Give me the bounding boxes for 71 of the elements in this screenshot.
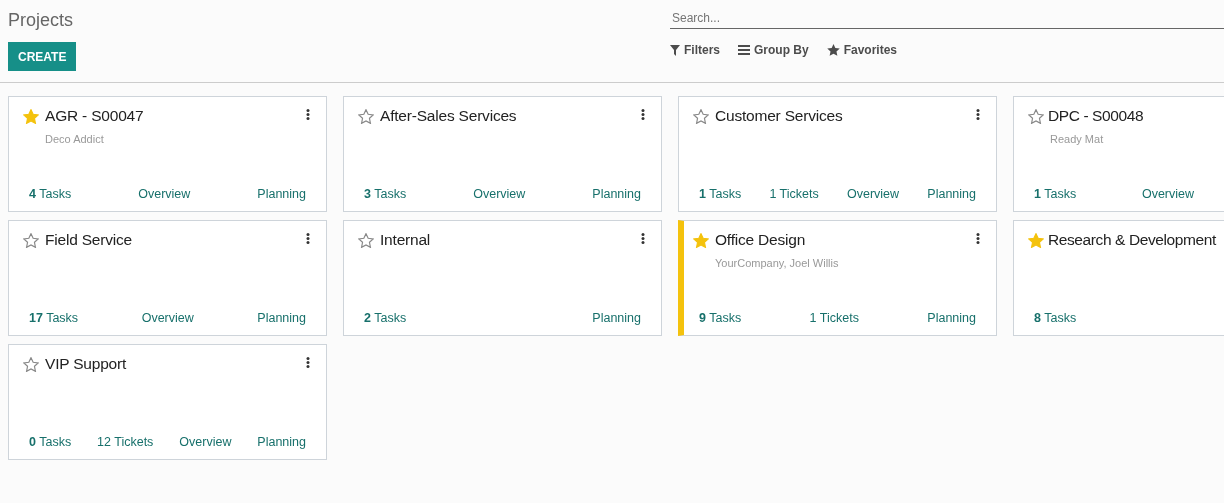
filter-icon: [670, 44, 680, 56]
project-card[interactable]: DPC - S00048 Ready Mat 1 Tasks Overview: [1013, 96, 1224, 212]
create-button[interactable]: CREATE: [8, 42, 77, 71]
kebab-menu-icon[interactable]: [976, 233, 980, 244]
project-name: DPC - S00048: [1048, 107, 1145, 125]
project-link[interactable]: 8 Tasks: [1034, 311, 1077, 325]
star-outline-icon[interactable]: [23, 232, 39, 248]
project-link[interactable]: Planning: [592, 187, 641, 201]
kebab-menu-icon[interactable]: [976, 109, 980, 120]
project-link[interactable]: 1 Tickets: [809, 311, 859, 325]
project-link[interactable]: Overview: [141, 311, 194, 325]
project-link[interactable]: Planning: [592, 311, 641, 325]
project-link[interactable]: 4 Tasks: [29, 187, 72, 201]
star-icon: [826, 44, 840, 56]
menu-icon: [738, 45, 750, 55]
project-name: Internal: [380, 231, 432, 249]
filled-star-icon[interactable]: [1028, 232, 1044, 248]
kebab-menu-icon[interactable]: [641, 109, 645, 120]
project-link[interactable]: 1 Tickets: [769, 187, 819, 201]
kebab-menu-icon[interactable]: [306, 109, 310, 120]
kebab-menu-icon[interactable]: [306, 233, 310, 244]
project-link[interactable]: 0 Tasks: [29, 435, 72, 449]
project-link[interactable]: 17 Tasks: [29, 311, 79, 325]
kebab-menu-icon[interactable]: [306, 357, 310, 368]
search-field[interactable]: Search...: [670, 8, 1224, 29]
star-outline-icon[interactable]: [1028, 108, 1044, 124]
project-link[interactable]: Overview: [179, 435, 232, 449]
project-link[interactable]: 1 Tasks: [699, 187, 742, 201]
project-card[interactable]: VIP Support 0 Tasks 12 Tickets Overview Planning: [8, 344, 327, 460]
customer-name: YourCompany, Joel Willis: [715, 257, 840, 269]
project-name: VIP Support: [45, 355, 128, 373]
project-link[interactable]: 9 Tasks: [699, 311, 742, 325]
project-link[interactable]: Overview: [473, 187, 526, 201]
project-card[interactable]: Customer Services 1 Tasks 1 Tickets Overview Planning: [678, 96, 997, 212]
project-link[interactable]: Overview: [847, 187, 900, 201]
project-link[interactable]: 3 Tasks: [364, 187, 407, 201]
project-card[interactable]: Research & Development 8 Tasks: [1013, 220, 1224, 336]
star-outline-icon[interactable]: [358, 108, 374, 124]
project-link[interactable]: 2 Tasks: [364, 311, 407, 325]
project-link[interactable]: 1 Tasks: [1034, 187, 1077, 201]
favorites-button[interactable]: Favorites: [826, 43, 898, 57]
project-card[interactable]: Field Service 17 Tasks Overview Planning: [8, 220, 327, 336]
project-card[interactable]: After-Sales Services 3 Tasks Overview Planning: [343, 96, 662, 212]
kebab-menu-icon[interactable]: [641, 233, 645, 244]
project-name: Field Service: [45, 231, 133, 249]
project-name: Research & Development: [1048, 231, 1217, 249]
project-link[interactable]: Planning: [927, 311, 976, 325]
project-card[interactable]: Internal 2 Tasks Planning: [343, 220, 662, 336]
project-link[interactable]: Planning: [927, 187, 976, 201]
star-outline-icon[interactable]: [358, 232, 374, 248]
project-name: Office Design: [715, 231, 807, 249]
project-name: Customer Services: [715, 107, 844, 125]
filters-button[interactable]: Filters: [670, 43, 720, 57]
filled-star-icon[interactable]: [693, 232, 709, 248]
project-card[interactable]: Office Design YourCompany, Joel Willis 9 Tasks 1 Tickets Planning: [678, 220, 997, 336]
project-card[interactable]: AGR - S00047 Deco Addict 4 Tasks Overview Planning: [8, 96, 327, 212]
customer-name: Ready Mat: [1050, 133, 1105, 145]
group-by-button[interactable]: Group By: [738, 43, 809, 57]
project-link[interactable]: 12 Tickets: [97, 435, 154, 449]
project-link[interactable]: Overview: [1141, 187, 1194, 201]
star-outline-icon[interactable]: [23, 356, 39, 372]
project-name: After-Sales Services: [380, 107, 518, 125]
project-link[interactable]: Planning: [257, 311, 306, 325]
filled-star-icon[interactable]: [23, 108, 39, 124]
project-link[interactable]: Planning: [257, 435, 306, 449]
project-name: AGR - S00047: [45, 107, 145, 125]
customer-name: Deco Addict: [45, 133, 105, 145]
project-link[interactable]: Planning: [257, 187, 306, 201]
star-outline-icon[interactable]: [693, 108, 709, 124]
project-link[interactable]: Overview: [138, 187, 191, 201]
page-title: Projects: [8, 10, 74, 31]
